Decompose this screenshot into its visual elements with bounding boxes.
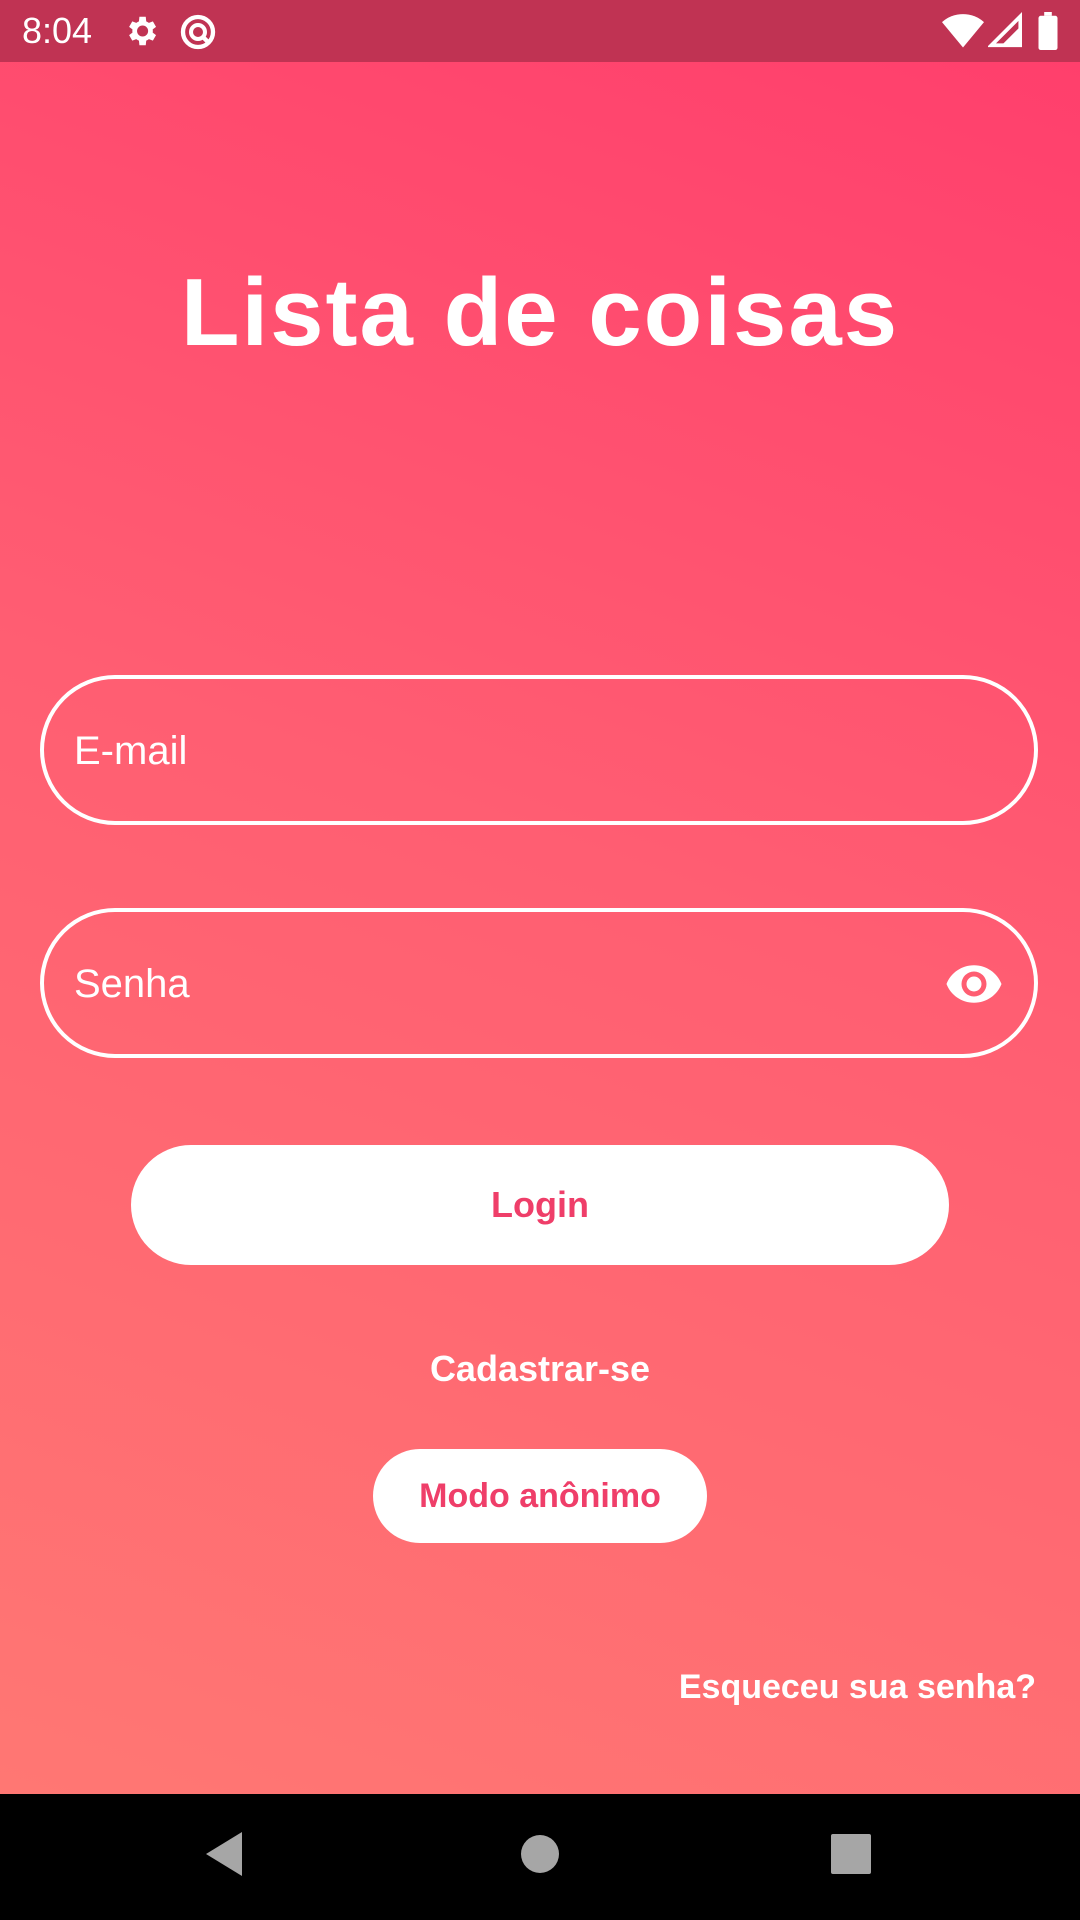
login-screen: 8:04 Lista de coisas E-mail Login Cadast… [0,0,1080,1920]
signal-icon [988,12,1022,48]
email-input[interactable] [72,679,936,823]
password-input[interactable] [72,912,936,1056]
home-icon[interactable] [520,1830,560,1878]
forgot-password-link[interactable]: Esqueceu sua senha? [679,1668,1036,1707]
status-bar: 8:04 [0,0,1080,62]
gear-icon [122,12,160,50]
battery-icon [1038,12,1058,50]
app-title: Lista de coisas [180,259,900,366]
wifi-icon [942,12,984,48]
anonymous-mode-button[interactable]: Modo anônimo [373,1449,707,1543]
app-notification-icon [178,12,218,52]
login-button[interactable]: Login [131,1145,949,1265]
signup-link[interactable]: Cadastrar-se [0,1348,1080,1390]
back-icon[interactable] [204,1830,244,1878]
eye-icon[interactable] [944,954,1004,1014]
recents-icon[interactable] [830,1830,872,1878]
email-field[interactable] [40,675,1038,825]
navigation-bar [0,1794,1080,1920]
password-field[interactable] [40,908,1038,1058]
status-time: 8:04 [22,10,93,51]
